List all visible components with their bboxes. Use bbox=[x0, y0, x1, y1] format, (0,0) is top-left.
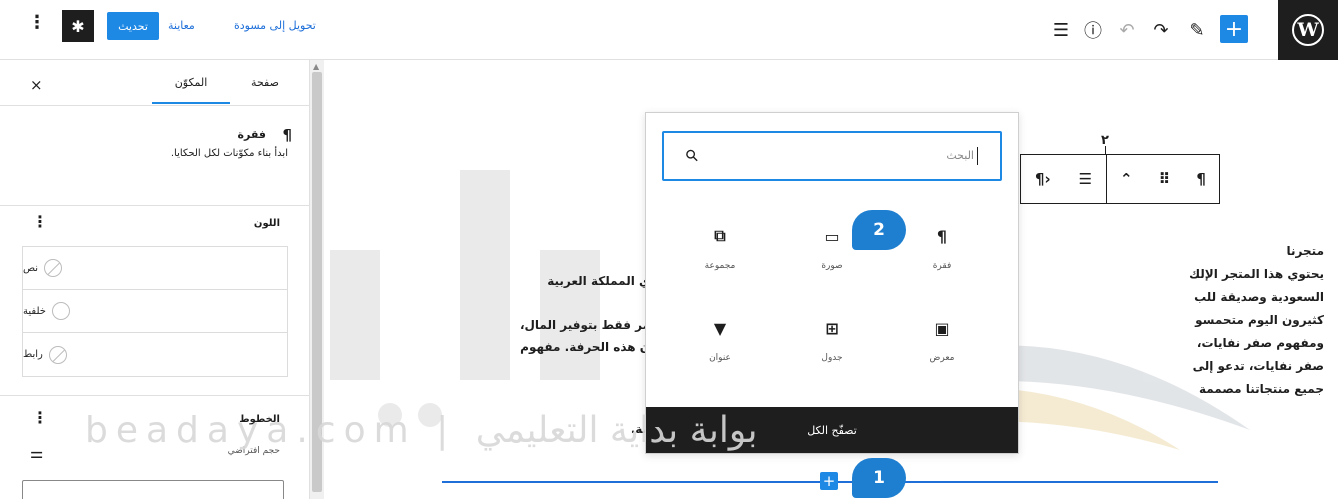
editor-top-toolbar: W + ✎ ↷ ↶ ⓘ ☰ ⋮ ✱ تحديث معاينة تحويل إلى… bbox=[0, 0, 1338, 60]
color-panel-title: اللون bbox=[253, 218, 280, 229]
paragraph-heading: متجرنا bbox=[1286, 244, 1324, 258]
step-callout-1: 1 bbox=[852, 458, 906, 498]
block-item-label: مجموعة bbox=[704, 261, 736, 271]
color-options-icon[interactable]: ⋮ bbox=[32, 212, 48, 231]
update-button[interactable]: تحديث bbox=[107, 12, 159, 40]
color-item-background[interactable]: خلفية bbox=[23, 290, 287, 333]
font-size-sliders-icon[interactable]: ⚌ bbox=[30, 444, 43, 462]
text-direction-icon[interactable]: ¶› bbox=[1029, 170, 1057, 188]
insert-block-plus-button[interactable]: + bbox=[820, 472, 838, 490]
paragraph-line: كثيرون اليوم متحمسو bbox=[1195, 313, 1324, 327]
block-item-label: عنوان bbox=[709, 353, 731, 363]
table-icon: ⊞ bbox=[825, 318, 839, 338]
close-sidebar-icon[interactable]: × bbox=[30, 76, 43, 94]
wordpress-logo-button[interactable]: W bbox=[1278, 0, 1338, 60]
block-item-heading[interactable]: ▼ عنوان bbox=[674, 315, 766, 385]
block-item-label: فقرة bbox=[932, 261, 952, 271]
block-item-label: جدول bbox=[821, 353, 843, 363]
color-item-label: رابط bbox=[23, 349, 43, 360]
block-toolbar-format-group: ¶› ☰ bbox=[1021, 155, 1107, 203]
block-card-description: ابدأ بناء مكوّنات لكل الحكايا. bbox=[170, 148, 288, 159]
paragraph-line: السعودية وصديقة للب bbox=[1194, 290, 1324, 304]
color-item-text[interactable]: نص bbox=[23, 247, 287, 290]
add-block-button[interactable]: + bbox=[1220, 15, 1248, 43]
align-icon[interactable]: ☰ bbox=[1073, 170, 1098, 188]
typography-options-icon[interactable]: ⋮ bbox=[32, 408, 48, 427]
gallery-icon: ▣ bbox=[934, 318, 950, 338]
switch-to-draft-link[interactable]: تحويل إلى مسودة bbox=[234, 19, 316, 32]
list-view-icon[interactable]: ☰ bbox=[1048, 17, 1074, 43]
paragraph-line: ي المملكة العربية bbox=[547, 274, 650, 288]
block-item-table[interactable]: ⊞ جدول bbox=[786, 315, 878, 385]
block-item-group[interactable]: ⧉ مجموعة bbox=[674, 223, 766, 293]
redo-icon[interactable]: ↷ bbox=[1148, 17, 1174, 43]
paragraph-line: مر فقط بتوفير المال، bbox=[519, 318, 650, 332]
move-up-down-icon[interactable]: ⌃ bbox=[1114, 170, 1139, 188]
no-color-swatch-icon bbox=[44, 259, 63, 277]
scroll-up-arrow-icon[interactable]: ▲ bbox=[313, 62, 319, 71]
preview-link[interactable]: معاينة bbox=[168, 19, 195, 32]
undo-icon[interactable]: ↶ bbox=[1114, 17, 1140, 43]
paragraph-line: جميع منتجاتنا مصممة bbox=[1198, 382, 1324, 396]
block-inserter-popover: ⚲ البحث ¶ فقرة ▭ صورة ⧉ مجموعة ▣ معرض ⊞ … bbox=[645, 112, 1019, 454]
block-search-input[interactable]: ⚲ البحث bbox=[662, 131, 1002, 181]
block-item-paragraph[interactable]: ¶ فقرة bbox=[896, 223, 988, 293]
color-list: نص خلفية رابط bbox=[22, 246, 288, 377]
drag-handle-icon[interactable]: ⠿ bbox=[1153, 170, 1177, 188]
step-callout-2: 2 bbox=[852, 210, 906, 250]
paragraph-icon: ¶ bbox=[282, 126, 292, 144]
search-icon: ⚲ bbox=[680, 144, 703, 167]
no-color-swatch-icon bbox=[48, 345, 67, 364]
wordpress-logo-icon: W bbox=[1292, 14, 1324, 46]
block-toolbar: ¶› ☰ ⌃ ⠿ ¶ bbox=[1020, 154, 1220, 204]
paragraph-block-icon[interactable]: ¶ bbox=[1190, 170, 1212, 188]
empty-color-swatch-icon bbox=[51, 302, 70, 320]
block-item-gallery[interactable]: ▣ معرض bbox=[896, 315, 988, 385]
image-icon: ▭ bbox=[824, 226, 840, 246]
block-card-title: فقرة bbox=[237, 128, 266, 141]
block-card: ¶ فقرة ابدأ بناء مكوّنات لكل الحكايا. bbox=[0, 106, 310, 206]
search-placeholder: البحث bbox=[946, 149, 974, 162]
heading-bookmark-icon: ▼ bbox=[713, 318, 727, 338]
paragraph-line: صفر نفايات، تدعو إلى bbox=[1192, 359, 1324, 373]
text-caret bbox=[977, 147, 978, 165]
color-item-link[interactable]: رابط bbox=[23, 333, 287, 376]
color-panel: اللون ⋮ نص خلفية رابط bbox=[0, 206, 310, 396]
info-icon[interactable]: ⓘ bbox=[1080, 17, 1106, 43]
tab-page[interactable]: صفحة bbox=[240, 76, 290, 89]
settings-gear-button[interactable]: ✱ bbox=[62, 10, 94, 42]
paragraph-icon: ¶ bbox=[936, 226, 948, 246]
block-item-label: معرض bbox=[929, 353, 955, 363]
group-icon: ⧉ bbox=[714, 226, 726, 245]
edit-tool-icon[interactable]: ✎ bbox=[1184, 17, 1210, 43]
paragraph-line: ومفهوم صفر نفايات، bbox=[1196, 336, 1324, 350]
tab-block[interactable]: المكوّن bbox=[152, 76, 230, 104]
watermark-text: beadaya.com | بوابة بداية التعليمي bbox=[85, 410, 758, 451]
block-toolbar-move-group: ⌃ ⠿ ¶ bbox=[1107, 155, 1219, 203]
font-size-input[interactable] bbox=[22, 480, 284, 499]
options-menu-icon[interactable]: ⋮ bbox=[28, 12, 46, 33]
paragraph-block-left[interactable]: ي المملكة العربية مر فقط بتوفير المال، ن… bbox=[440, 270, 650, 358]
paragraph-line: ن هذه الحرفة. مفهوم bbox=[520, 340, 650, 354]
paragraph-block-right[interactable]: متجرنا يحتوي هذا المتجر الإلك السعودية و… bbox=[1000, 240, 1324, 401]
block-item-label: صورة bbox=[821, 261, 843, 271]
sidebar-tabs: × المكوّن صفحة bbox=[0, 60, 310, 106]
color-item-label: نص bbox=[23, 262, 39, 274]
color-item-label: خلفية bbox=[23, 305, 46, 317]
paragraph-line: يحتوي هذا المتجر الإلك bbox=[1189, 267, 1324, 281]
